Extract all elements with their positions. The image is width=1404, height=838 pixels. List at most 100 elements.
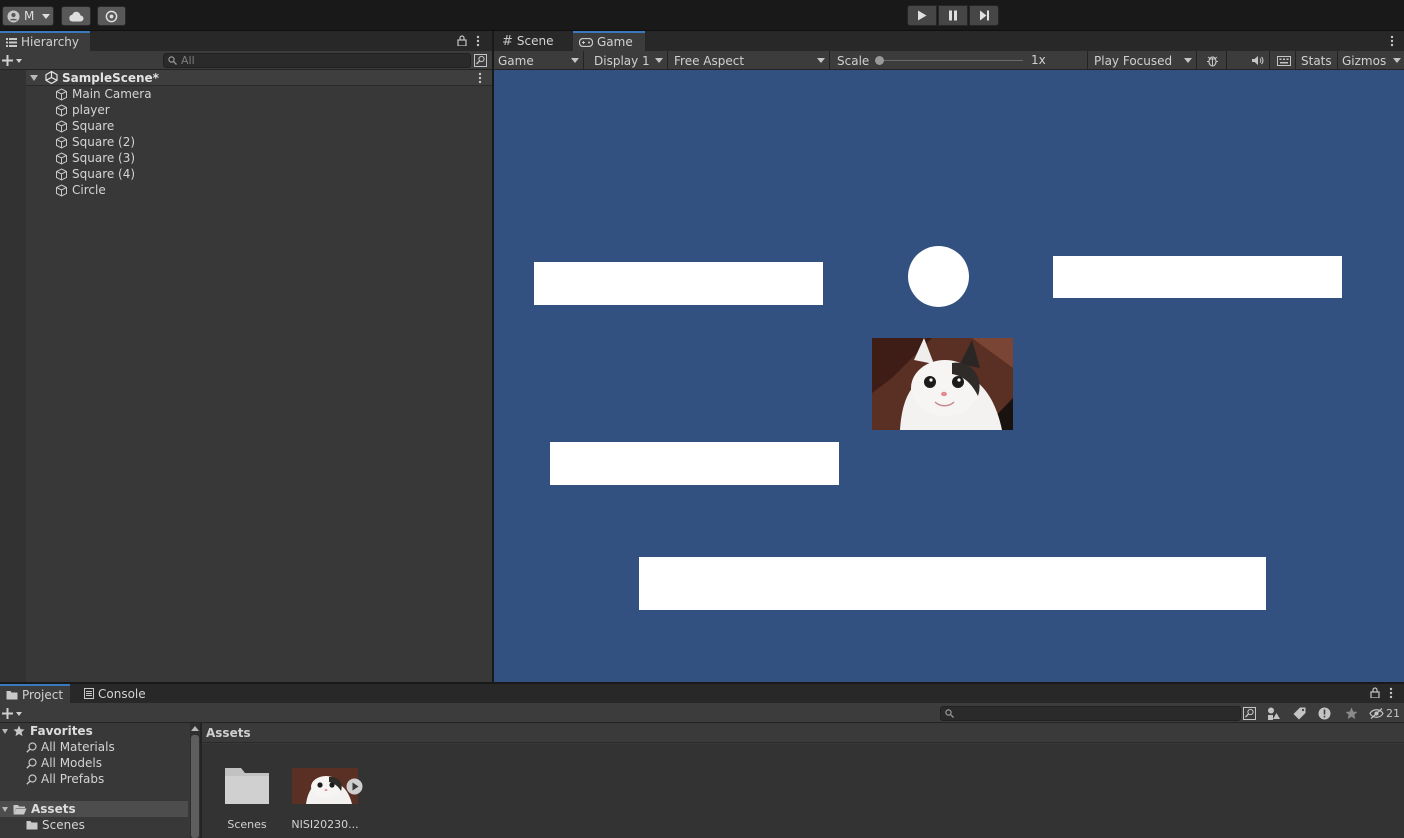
- hierarchy-item-label: Square (3): [72, 151, 136, 165]
- step-button[interactable]: [969, 5, 999, 26]
- star-icon[interactable]: [1345, 707, 1358, 720]
- game-view-dropdown[interactable]: Game: [494, 51, 584, 70]
- search-by-type-icon[interactable]: [1267, 707, 1280, 720]
- play-icon: [918, 10, 927, 21]
- stats-button[interactable]: Stats: [1297, 51, 1338, 70]
- foldout-arrow-icon[interactable]: [2, 728, 8, 734]
- breadcrumb-assets[interactable]: Assets: [206, 726, 251, 740]
- lock-icon[interactable]: [1370, 687, 1380, 698]
- mute-audio-button[interactable]: [1246, 51, 1270, 70]
- create-dropdown[interactable]: [2, 53, 26, 68]
- hierarchy-item[interactable]: Square (4): [55, 166, 135, 182]
- project-tabbar: Project Console: [0, 684, 1404, 703]
- favorite-item[interactable]: All Prefabs: [26, 771, 104, 787]
- project-search-input[interactable]: [940, 706, 1241, 721]
- main-toolbar: M: [0, 0, 1404, 31]
- account-label: M: [24, 9, 35, 23]
- cloud-button[interactable]: [61, 6, 91, 26]
- pause-icon: [949, 10, 957, 21]
- plus-icon: [2, 708, 13, 719]
- tab-console[interactable]: Console: [78, 684, 158, 703]
- favorites-label: Favorites: [30, 724, 93, 738]
- play-button[interactable]: [907, 5, 937, 26]
- shortcuts-button[interactable]: [1272, 51, 1296, 70]
- pause-button[interactable]: [938, 5, 968, 26]
- hierarchy-item[interactable]: Square (3): [55, 150, 135, 166]
- account-icon: [7, 9, 20, 23]
- hierarchy-item-label: player: [72, 103, 110, 117]
- scroll-up-icon[interactable]: [191, 726, 199, 731]
- scale-slider-track[interactable]: [877, 60, 1023, 61]
- tree-scrollbar-thumb[interactable]: [191, 735, 199, 838]
- favorite-item[interactable]: All Models: [26, 755, 102, 771]
- folder-icon: [6, 690, 18, 699]
- foldout-arrow-icon[interactable]: [30, 74, 38, 81]
- tab-console-label: Console: [98, 686, 146, 701]
- asset-item-folder[interactable]: Scenes: [220, 764, 274, 834]
- asset-grid: Scenes NISI20230...: [202, 744, 1404, 838]
- gameobject-cube-icon: [56, 151, 67, 165]
- search-options-icon[interactable]: [474, 54, 487, 67]
- account-dropdown[interactable]: M: [2, 6, 54, 26]
- game-toolbar: Game Display 1 Free Aspect Scale 1x Play…: [494, 51, 1404, 70]
- hierarchy-item[interactable]: Circle: [55, 182, 106, 198]
- gameobject-cube-icon: [56, 183, 67, 197]
- favorite-item-label: All Prefabs: [41, 772, 105, 786]
- star-icon: [13, 725, 25, 737]
- assets-tree-item[interactable]: Assets: [0, 801, 188, 817]
- tab-game-label: Game: [597, 35, 633, 49]
- assets-tree-child[interactable]: Scenes: [26, 817, 85, 833]
- favorite-item[interactable]: All Materials: [26, 739, 115, 755]
- hierarchy-item[interactable]: Square: [55, 118, 114, 134]
- search-options-icon[interactable]: [1243, 707, 1256, 720]
- hierarchy-item[interactable]: Main Camera: [55, 86, 152, 102]
- console-icon: [84, 688, 94, 699]
- tab-project[interactable]: Project: [0, 684, 70, 703]
- tab-hierarchy[interactable]: Hierarchy: [0, 31, 90, 51]
- foldout-arrow-icon[interactable]: [2, 806, 8, 812]
- tab-scene[interactable]: # Scene: [496, 31, 566, 51]
- gizmos-dropdown[interactable]: Gizmos: [1338, 51, 1404, 70]
- warning-filter-icon[interactable]: [1318, 707, 1331, 720]
- scene-header[interactable]: SampleScene*: [26, 70, 492, 86]
- tab-game[interactable]: Game: [573, 31, 645, 51]
- hierarchy-panel: Hierarchy All SampleScene* Main Camera p…: [0, 31, 492, 682]
- unity-scene-icon: [45, 71, 58, 84]
- platform-square: [534, 262, 823, 305]
- gameobject-cube-icon: [56, 103, 67, 117]
- play-mode-dropdown[interactable]: Play Focused: [1090, 51, 1197, 70]
- scene-name: SampleScene*: [62, 70, 159, 85]
- services-button[interactable]: [97, 6, 126, 26]
- play-circle-icon[interactable]: [346, 778, 363, 795]
- scale-slider-thumb[interactable]: [875, 56, 884, 65]
- kebab-menu-icon[interactable]: [1389, 687, 1393, 699]
- hierarchy-item-label: Square: [72, 119, 115, 133]
- folder-icon: [26, 821, 38, 830]
- debug-button[interactable]: [1199, 51, 1227, 70]
- kebab-menu-icon[interactable]: [1390, 35, 1394, 47]
- hidden-packages-toggle[interactable]: 21: [1369, 706, 1403, 721]
- asset-item-image[interactable]: NISI20230...: [290, 764, 366, 834]
- asset-item-label: NISI20230...: [291, 818, 359, 831]
- search-icon: [945, 709, 954, 718]
- kebab-menu-icon[interactable]: [476, 35, 480, 47]
- hierarchy-item-label: Square (2): [72, 135, 136, 149]
- favorite-item-label: All Models: [41, 756, 102, 770]
- tree-scrollbar[interactable]: [190, 723, 200, 838]
- grid-hash-icon: #: [502, 33, 513, 49]
- bug-icon: [1207, 56, 1218, 67]
- favorites-header[interactable]: Favorites: [0, 723, 188, 739]
- display-dropdown[interactable]: Display 1: [590, 51, 668, 70]
- search-input[interactable]: All: [163, 53, 471, 68]
- aspect-dropdown[interactable]: Free Aspect: [670, 51, 830, 70]
- kebab-menu-icon[interactable]: [478, 72, 482, 84]
- hierarchy-item[interactable]: player: [55, 102, 110, 118]
- hierarchy-item[interactable]: Square (2): [55, 134, 135, 150]
- lock-icon[interactable]: [457, 35, 467, 46]
- game-canvas[interactable]: [494, 70, 1404, 682]
- tag-icon[interactable]: [1293, 707, 1306, 720]
- gameobject-cube-icon: [56, 87, 67, 101]
- create-dropdown[interactable]: [2, 706, 26, 721]
- hidden-count: 21: [1386, 707, 1400, 720]
- search-icon: [26, 757, 37, 769]
